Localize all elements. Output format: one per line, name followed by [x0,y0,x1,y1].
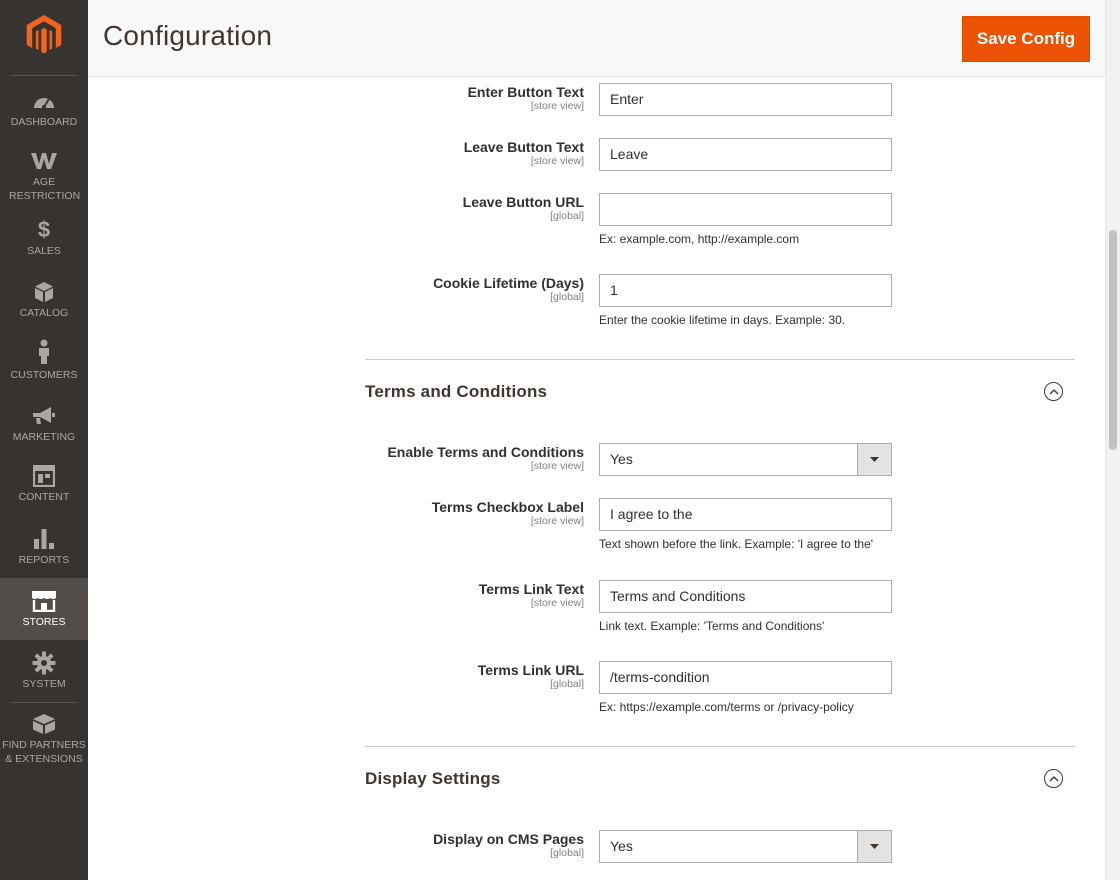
cookie-lifetime-input[interactable]: 1 [599,274,892,307]
field-scope: [global] [550,291,584,303]
sidebar-item-label: SALES [27,245,61,257]
sidebar-item-label: SYSTEM [22,678,66,690]
person-icon [37,339,51,365]
sidebar-item-dashboard[interactable]: DASHBOARD [0,90,88,130]
field-label: Terms Link Text [478,581,584,597]
field-scope: [store view] [530,515,584,527]
sidebar-item-label: FIND PARTNERS & EXTENSIONS [2,739,86,765]
sidebar-item-label: DASHBOARD [10,116,78,128]
field-label: Enter Button Text [467,84,584,100]
admin-sidebar: DASHBOARD AGE RESTRICTION $ SALES CATALO… [0,0,88,880]
sidebar-item-reports[interactable]: REPORTS [0,528,88,568]
terms-checkbox-label-input[interactable]: I agree to the [599,498,892,531]
chevron-up-circle-icon[interactable] [1044,382,1063,401]
caret-down-icon[interactable] [857,831,891,862]
terms-link-text-input[interactable]: Terms and Conditions [599,580,892,613]
sidebar-item-marketing[interactable]: MARKETING [0,405,88,445]
section-title: Terms and Conditions [365,382,548,401]
field-note: Text shown before the link. Example: 'I … [599,537,874,551]
field-scope: [global] [550,847,584,859]
sidebar-item-catalog[interactable]: CATALOG [0,281,88,321]
page-scrollbar[interactable] [1105,0,1120,880]
bar-chart-icon [33,528,55,550]
sidebar-item-label: CATALOG [19,307,69,319]
field-note: Link text. Example: 'Terms and Condition… [599,619,825,633]
field-note: Ex: https://example.com/terms or /privac… [599,700,854,714]
dollar-icon: $ [37,217,51,242]
display-cms-select[interactable]: Yes [599,830,892,863]
cube-icon [33,281,55,303]
logo-area[interactable] [11,0,77,76]
leave-button-text-input[interactable]: Leave [599,138,892,171]
field-note: Ex: example.com, http://example.com [599,232,800,246]
magento-logo-icon[interactable] [25,15,63,60]
save-config-button[interactable]: Save Config [962,16,1090,62]
field-note: Enter the cookie lifetime in days. Examp… [599,313,846,327]
sidebar-item-label: CONTENT [18,491,70,503]
sidebar-item-label: REPORTS [18,554,70,566]
sidebar-item-label: AGE RESTRICTION [9,176,81,202]
field-label: Terms Link URL [477,662,584,678]
sidebar-item-content[interactable]: CONTENT [0,465,88,505]
storefront-icon [31,590,57,612]
section-terms-and-conditions[interactable]: Terms and Conditions [365,359,1075,419]
sidebar-item-age-restriction[interactable]: AGE RESTRICTION [0,150,88,204]
sidebar-item-system[interactable]: SYSTEM [0,651,88,692]
caret-down-icon[interactable] [857,444,891,475]
terms-link-url-input[interactable]: /terms-condition [599,661,892,694]
field-scope: [store view] [530,460,584,472]
field-scope: [global] [550,678,584,690]
sidebar-item-label: MARKETING [12,431,76,443]
sidebar-item-label: STORES [22,616,66,628]
field-scope: [global] [550,210,584,222]
section-title: Display Settings [365,769,501,788]
field-label: Leave Button URL [462,194,584,210]
gear-icon [32,651,56,675]
leave-button-url-input[interactable] [599,193,892,226]
sidebar-item-find-partners[interactable]: FIND PARTNERS & EXTENSIONS [0,713,88,767]
field-label: Leave Button Text [463,139,584,155]
sidebar-item-label: CUSTOMERS [10,369,78,381]
sidebar-item-sales[interactable]: $ SALES [0,219,88,259]
field-label: Display on CMS Pages [433,831,584,847]
section-display-settings[interactable]: Display Settings [365,746,1075,806]
select-value: Yes [610,838,633,854]
select-value: Yes [610,451,633,467]
page-title: Configuration [103,20,273,51]
speedometer-icon [32,90,56,112]
field-label: Terms Checkbox Label [431,499,584,515]
sidebar-item-customers[interactable]: CUSTOMERS [0,339,88,383]
chevron-up-circle-icon[interactable] [1044,769,1063,788]
field-scope: [store view] [530,100,584,112]
field-label: Cookie Lifetime (Days) [433,275,584,291]
blocks-icon [31,713,57,735]
page-header: Configuration Save Config [88,0,1105,77]
enter-button-text-input[interactable]: Enter [599,83,892,116]
enable-terms-select[interactable]: Yes [599,443,892,476]
field-scope: [store view] [530,155,584,167]
field-label: Enable Terms and Conditions [387,444,584,460]
megaphone-icon [32,405,56,427]
sidebar-item-stores[interactable]: STORES [0,578,88,640]
w-logo-icon [31,150,57,172]
scrollbar-thumb[interactable] [1109,230,1117,450]
field-scope: [store view] [530,597,584,609]
layout-icon [33,465,55,487]
sidebar-divider [11,702,77,703]
